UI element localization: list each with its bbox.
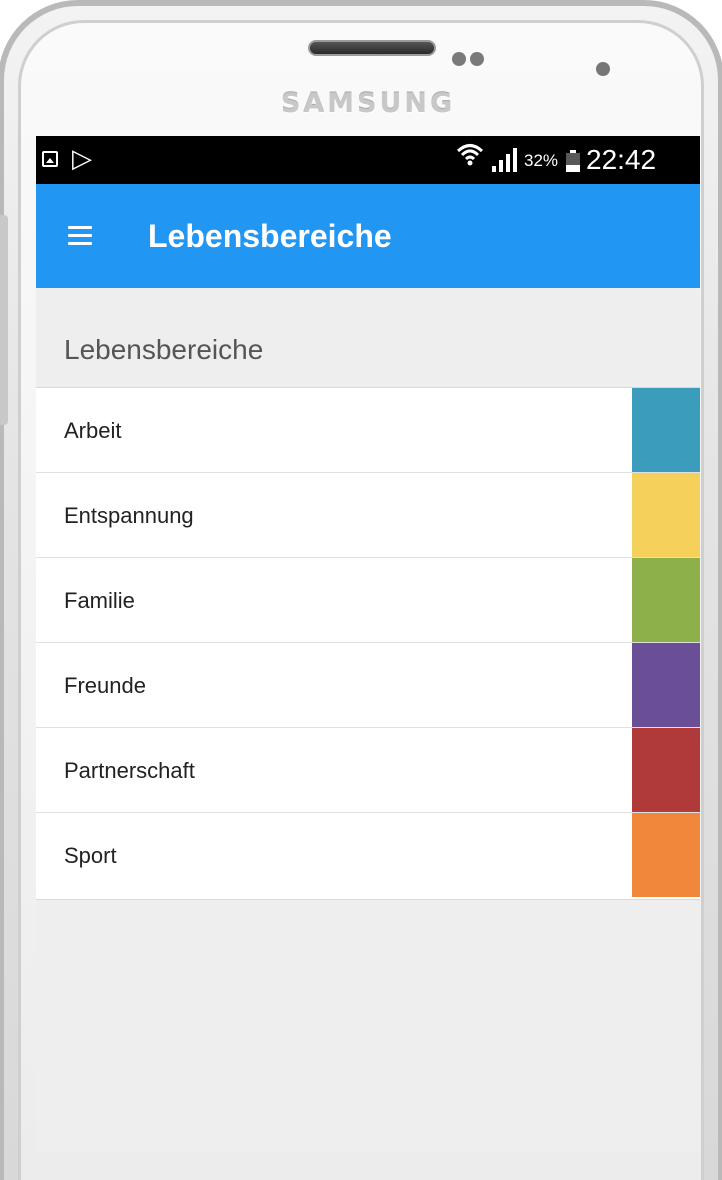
gallery-icon: [42, 151, 58, 167]
list-item-label: Sport: [64, 843, 117, 868]
list-item-sport[interactable]: Sport: [36, 813, 700, 898]
hamburger-menu-icon[interactable]: [60, 216, 100, 256]
wifi-icon: [456, 142, 484, 175]
color-swatch: [632, 643, 700, 727]
battery-icon: [566, 150, 580, 172]
list-item-partnerschaft[interactable]: Partnerschaft: [36, 728, 700, 813]
list-item-arbeit[interactable]: Arbeit: [36, 388, 700, 473]
app-bar: Lebensbereiche: [36, 184, 700, 288]
life-areas-list: Arbeit Entspannung Familie Freunde Partn…: [36, 387, 700, 900]
play-store-icon: ▷: [72, 144, 92, 174]
color-swatch: [632, 558, 700, 642]
color-swatch: [632, 388, 700, 472]
list-item-label: Arbeit: [64, 418, 122, 443]
status-bar: ▷ 32% 22:42: [36, 136, 700, 184]
front-camera: [596, 62, 610, 76]
list-item-label: Entspannung: [64, 503, 194, 528]
proximity-sensor: [452, 52, 466, 66]
list-item-freunde[interactable]: Freunde: [36, 643, 700, 728]
phone-side-button: [0, 215, 8, 425]
light-sensor: [470, 52, 484, 66]
phone-speaker: [308, 40, 436, 56]
list-item-entspannung[interactable]: Entspannung: [36, 473, 700, 558]
section-header: Lebensbereiche: [64, 334, 264, 365]
color-swatch: [632, 473, 700, 557]
list-item-label: Familie: [64, 588, 135, 613]
phone-screen: ▷ 32% 22:42 Lebensbereiche Lebensbereich…: [36, 136, 700, 1153]
color-swatch: [632, 728, 700, 812]
page-title: Lebensbereiche: [148, 218, 392, 254]
brand-logo: SAMSUNG: [280, 88, 456, 119]
list-item-familie[interactable]: Familie: [36, 558, 700, 643]
list-item-label: Freunde: [64, 673, 146, 698]
color-swatch: [632, 813, 700, 897]
list-item-label: Partnerschaft: [64, 758, 195, 783]
signal-icon: [490, 148, 520, 172]
status-time: 22:42: [586, 144, 657, 175]
battery-percentage: 32%: [524, 151, 559, 170]
